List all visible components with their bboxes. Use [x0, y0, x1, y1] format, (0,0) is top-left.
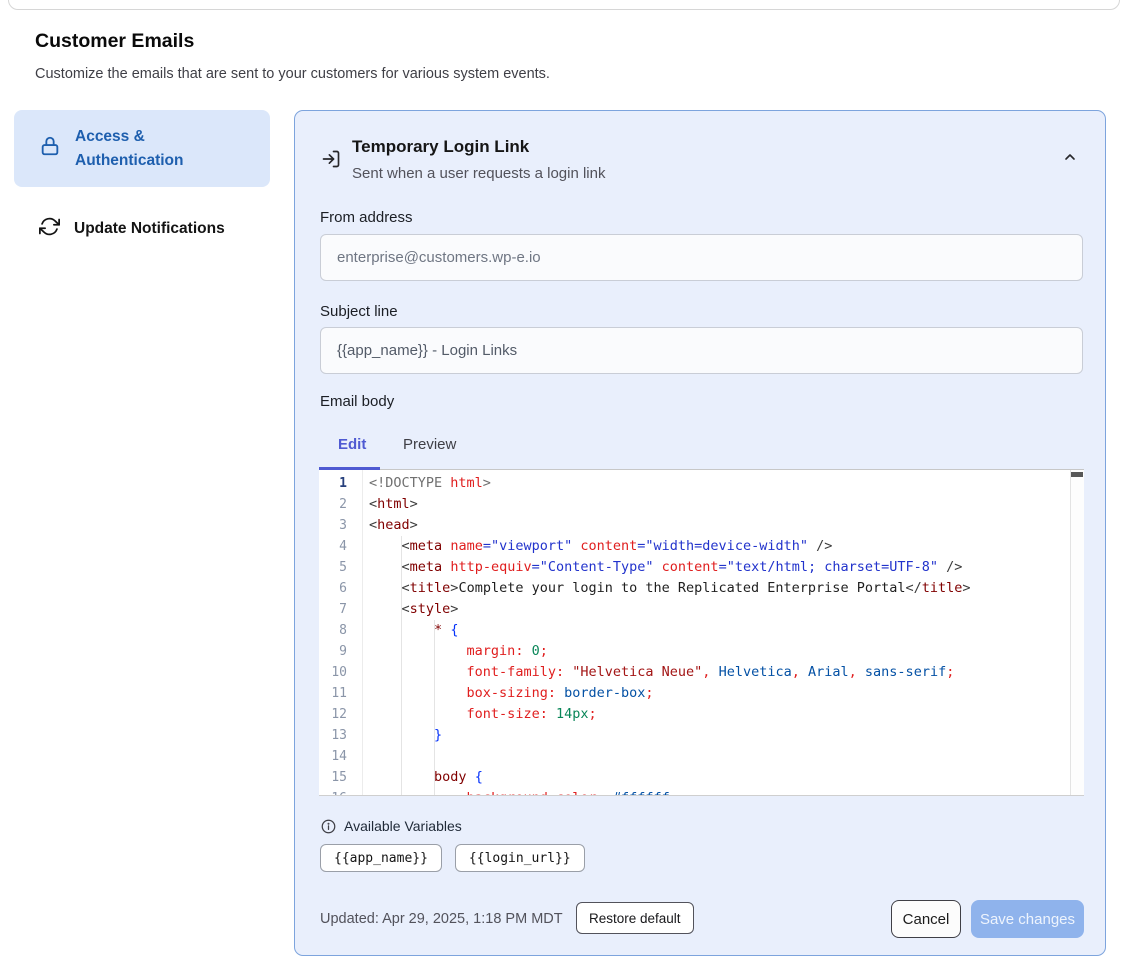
from-address-input[interactable] [320, 234, 1083, 281]
panel-title: Temporary Login Link [352, 137, 529, 157]
line-number: 9 [319, 641, 365, 662]
email-body-label: Email body [320, 393, 394, 410]
tab-edit[interactable]: Edit [338, 436, 366, 453]
subject-line-input[interactable] [320, 327, 1083, 374]
line-number: 14 [319, 746, 365, 767]
editor-gutter: 12345678910111213141516 [319, 473, 365, 796]
email-panel: Temporary Login Link Sent when a user re… [294, 110, 1106, 956]
code-line: body { [369, 767, 1069, 788]
variable-chip[interactable]: {{login_url}} [455, 844, 585, 872]
sidebar-item-update-notifications[interactable]: Update Notifications [14, 205, 270, 253]
collapse-button[interactable] [1059, 147, 1081, 169]
line-number: 6 [319, 578, 365, 599]
sidebar-item-access-authentication[interactable]: Access & Authentication [14, 110, 270, 187]
code-editor[interactable]: 12345678910111213141516 <!DOCTYPE html><… [319, 469, 1084, 796]
line-number: 15 [319, 767, 365, 788]
line-number: 5 [319, 557, 365, 578]
code-line: font-size: 14px; [369, 704, 1069, 725]
line-number: 2 [319, 494, 365, 515]
line-number: 1 [319, 473, 365, 494]
code-line: background-color: #ffffff; [369, 788, 1069, 796]
editor-scrollbar[interactable] [1070, 470, 1084, 795]
previous-section-card-edge [8, 0, 1120, 10]
code-line: <head> [369, 515, 1069, 536]
save-changes-button[interactable]: Save changes [971, 900, 1084, 938]
sidebar-item-label: Access & Authentication [75, 125, 205, 172]
line-number: 4 [319, 536, 365, 557]
available-variables-label: Available Variables [344, 818, 462, 834]
code-line: } [369, 725, 1069, 746]
line-number: 8 [319, 620, 365, 641]
line-number: 11 [319, 683, 365, 704]
restore-default-button[interactable]: Restore default [576, 902, 694, 934]
chevron-up-icon [1062, 153, 1078, 168]
cancel-button[interactable]: Cancel [891, 900, 961, 938]
code-line: * { [369, 620, 1069, 641]
code-line: <style> [369, 599, 1069, 620]
code-line: box-sizing: border-box; [369, 683, 1069, 704]
editor-code: <!DOCTYPE html><html><head> <meta name="… [369, 473, 1069, 796]
line-number: 10 [319, 662, 365, 683]
line-number: 7 [319, 599, 365, 620]
line-number: 3 [319, 515, 365, 536]
info-icon [321, 819, 336, 839]
page-title: Customer Emails [35, 30, 194, 53]
code-line: font-family: "Helvetica Neue", Helvetica… [369, 662, 1069, 683]
tab-preview[interactable]: Preview [403, 436, 456, 453]
subject-line-label: Subject line [320, 303, 398, 320]
code-line: <title>Complete your login to the Replic… [369, 578, 1069, 599]
log-in-icon [321, 149, 341, 174]
active-tab-indicator [319, 467, 380, 470]
variable-chip[interactable]: {{app_name}} [320, 844, 442, 872]
line-number: 16 [319, 788, 365, 796]
code-line: margin: 0; [369, 641, 1069, 662]
refresh-icon [39, 216, 60, 242]
code-line [369, 746, 1069, 767]
sidebar-item-label: Update Notifications [74, 217, 225, 240]
code-line: <meta http-equiv="Content-Type" content=… [369, 557, 1069, 578]
updated-timestamp: Updated: Apr 29, 2025, 1:18 PM MDT [320, 911, 563, 927]
code-line: <!DOCTYPE html> [369, 473, 1069, 494]
panel-subtitle: Sent when a user requests a login link [352, 165, 605, 182]
scrollbar-thumb[interactable] [1071, 472, 1083, 477]
variable-chips: {{app_name}} {{login_url}} [320, 844, 585, 872]
line-number: 12 [319, 704, 365, 725]
code-line: <html> [369, 494, 1069, 515]
from-address-label: From address [320, 209, 413, 226]
line-number: 13 [319, 725, 365, 746]
code-line: <meta name="viewport" content="width=dev… [369, 536, 1069, 557]
page-subtitle: Customize the emails that are sent to yo… [35, 66, 550, 82]
lock-icon [39, 135, 61, 162]
